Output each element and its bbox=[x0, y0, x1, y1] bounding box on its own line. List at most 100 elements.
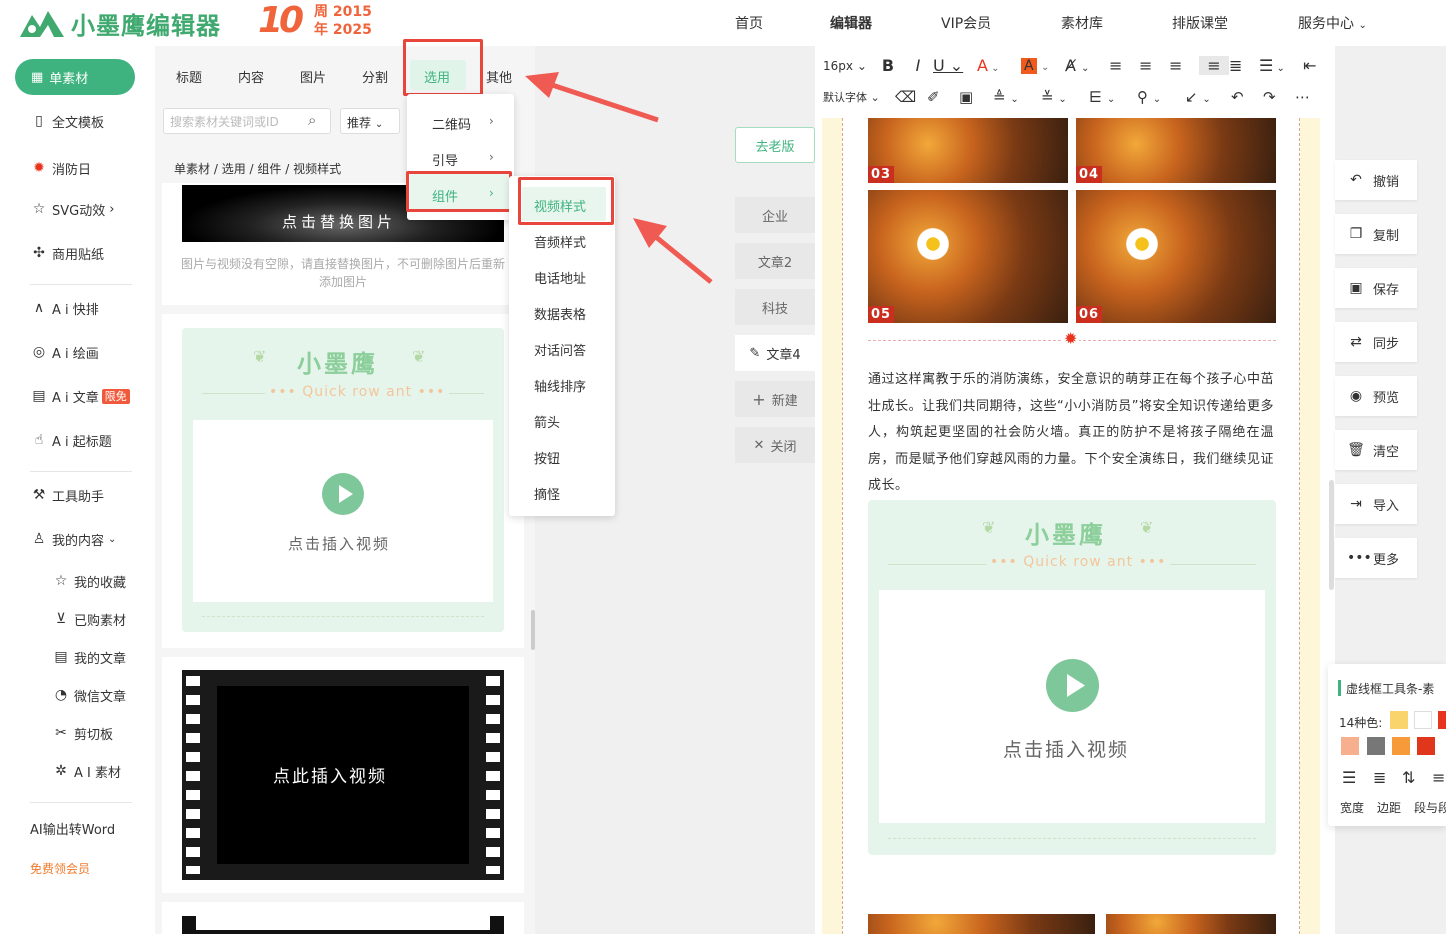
photo-05[interactable]: 05 bbox=[868, 190, 1068, 323]
old-version-button[interactable]: 去老版 bbox=[735, 127, 815, 163]
color-swatch-yellow[interactable] bbox=[1390, 711, 1408, 729]
save-button[interactable]: ▣ 保存 bbox=[1335, 268, 1417, 308]
import-button[interactable]: ⇥ 导入 bbox=[1335, 484, 1417, 524]
undo-icon[interactable]: ↶ bbox=[1231, 88, 1263, 106]
image-icon[interactable]: ▣ bbox=[959, 88, 993, 106]
exit-icon[interactable]: ⇤ bbox=[1303, 56, 1323, 75]
italic-icon[interactable]: I bbox=[903, 56, 933, 75]
nav-vip[interactable]: VIP会员 bbox=[941, 13, 991, 33]
tab-title[interactable]: 标题 bbox=[176, 67, 202, 86]
sidebar-item-single-material[interactable]: ▦ 单素材 bbox=[15, 59, 135, 95]
color-swatch-peach[interactable] bbox=[1341, 737, 1359, 755]
font-family-select[interactable]: 默认字体 ⌄ bbox=[823, 89, 895, 105]
panel-scrollbar[interactable] bbox=[531, 610, 535, 650]
color-swatch-orange[interactable] bbox=[1392, 737, 1410, 755]
submenu-item-timeline[interactable]: 轴线排序 bbox=[534, 376, 586, 395]
sync-button[interactable]: ⇄ 同步 bbox=[1335, 322, 1417, 362]
crumb-3[interactable]: 组件 bbox=[257, 162, 281, 176]
more-button[interactable]: ••• 更多 bbox=[1335, 538, 1417, 578]
submenu-item-dialog[interactable]: 对话问答 bbox=[534, 340, 586, 359]
doc-tab-enterprise[interactable]: 企业 bbox=[735, 197, 815, 233]
text-effect-icon[interactable]: Ⱥ ⌄ bbox=[1065, 56, 1109, 75]
crumb-1[interactable]: 单素材 bbox=[174, 162, 210, 176]
submenu-item-arrow[interactable]: 箭头 bbox=[534, 412, 560, 431]
sidebar-item-wechat[interactable]: ◔ 微信文章 bbox=[52, 684, 126, 706]
bulb-icon[interactable]: ⚲ ⌄ bbox=[1137, 88, 1185, 106]
brand-name[interactable]: 小墨鹰编辑器 bbox=[71, 6, 221, 41]
sidebar-item-favorites[interactable]: ☆ 我的收藏 bbox=[52, 570, 126, 592]
search-icon[interactable]: ⌕ bbox=[308, 111, 316, 129]
eraser-icon[interactable]: ⌫ bbox=[895, 88, 927, 106]
tab-other[interactable]: 其他 bbox=[486, 67, 512, 86]
tab-image[interactable]: 图片 bbox=[300, 67, 326, 86]
spacing-after-icon[interactable]: ≚ ⌄ bbox=[1041, 88, 1089, 106]
preview-button[interactable]: ◉ 预览 bbox=[1335, 376, 1417, 416]
dropdown-item-guide[interactable]: 引导 bbox=[432, 150, 458, 169]
line-icon[interactable]: ≡ bbox=[1432, 768, 1445, 787]
bg-color-icon[interactable]: A ⌄ bbox=[1021, 57, 1065, 74]
doc-new-button[interactable]: + 新建 bbox=[735, 381, 815, 417]
sidebar-item-fire-day[interactable]: ✹ 消防日 bbox=[30, 157, 91, 179]
sidebar-item-ai-material[interactable]: ✲ A I 素材 bbox=[52, 760, 121, 782]
article-paragraph[interactable]: 通过这样寓教于乐的消防演练，安全意识的萌芽正在每个孩子心中茁壮成长。让我们共同期… bbox=[868, 367, 1274, 500]
play-icon[interactable] bbox=[322, 473, 364, 515]
letter-spacing-icon[interactable]: ⋿ ⌄ bbox=[1089, 88, 1137, 106]
doc-tab-tech[interactable]: 科技 bbox=[735, 289, 815, 325]
doc-tab-article4[interactable]: ✎ 文章4 bbox=[735, 335, 815, 371]
bold-icon[interactable]: B bbox=[873, 56, 903, 75]
format-brush-icon[interactable]: ✐ bbox=[927, 88, 959, 106]
play-icon[interactable] bbox=[1046, 659, 1099, 712]
tab-content[interactable]: 内容 bbox=[238, 67, 264, 86]
photo-next-right[interactable] bbox=[1106, 914, 1276, 934]
indent-icon[interactable]: ≣ bbox=[1229, 56, 1259, 75]
font-size-select[interactable]: 16px ⌄ bbox=[823, 59, 873, 73]
sidebar-item-templates[interactable]: ▯ 全文模板 bbox=[30, 110, 104, 132]
tab-divider[interactable]: 分割 bbox=[362, 67, 388, 86]
color-swatch-dark-red[interactable] bbox=[1417, 737, 1435, 755]
sidebar-item-my-content[interactable]: ♙ 我的内容 ⌄ bbox=[30, 528, 117, 550]
nav-service[interactable]: 服务中心 ⌄ bbox=[1298, 13, 1367, 33]
photo-04[interactable]: 04 bbox=[1076, 118, 1276, 183]
align-justify-icon[interactable]: ≡ bbox=[1199, 56, 1229, 75]
spacing-before-icon[interactable]: ≜ ⌄ bbox=[993, 88, 1041, 106]
doc-close-button[interactable]: ✕ 关闭 bbox=[735, 427, 815, 463]
color-swatch-red[interactable] bbox=[1438, 711, 1446, 729]
undo-button[interactable]: ↶ 撤销 bbox=[1335, 160, 1417, 200]
pen-icon[interactable]: ↙ ⌄ bbox=[1185, 88, 1231, 106]
nav-course[interactable]: 排版课堂 bbox=[1172, 13, 1228, 33]
canvas-scrollbar[interactable] bbox=[1329, 480, 1334, 590]
photo-06[interactable]: 06 bbox=[1076, 190, 1276, 323]
nav-material[interactable]: 素材库 bbox=[1061, 13, 1103, 33]
submenu-item-button[interactable]: 按钮 bbox=[534, 448, 560, 467]
copy-button[interactable]: ❐ 复制 bbox=[1335, 214, 1417, 254]
clear-button[interactable]: 🗑 清空 bbox=[1335, 430, 1417, 470]
sidebar-item-ai-title[interactable]: ☝ A i 起标题 bbox=[30, 429, 112, 451]
margin-icon[interactable]: ≣ bbox=[1373, 768, 1386, 787]
align-center-icon[interactable]: ≡ bbox=[1139, 56, 1169, 75]
submenu-item-table[interactable]: 数据表格 bbox=[534, 304, 586, 323]
align-right-icon[interactable]: ≡ bbox=[1169, 56, 1199, 75]
underline-icon[interactable]: U ⌄ bbox=[933, 56, 977, 75]
sidebar-item-ai-article[interactable]: ▤ A i 文章 限免 bbox=[30, 385, 130, 407]
more-icon[interactable]: ⋯ bbox=[1295, 88, 1315, 106]
photo-03[interactable]: 03 bbox=[868, 118, 1068, 183]
crumb-2[interactable]: 选用 bbox=[222, 162, 246, 176]
width-icon[interactable]: ☰ bbox=[1342, 768, 1356, 787]
sidebar-item-free-vip[interactable]: 免费领会员 bbox=[30, 857, 90, 879]
redo-icon[interactable]: ↷ bbox=[1263, 88, 1295, 106]
search-input[interactable]: 搜索素材关键词或ID bbox=[163, 108, 331, 134]
sidebar-item-svg[interactable]: ☆ SVG动效 › bbox=[30, 198, 115, 220]
sidebar-item-purchased[interactable]: ⊻ 已购素材 bbox=[52, 608, 126, 630]
nav-home[interactable]: 首页 bbox=[735, 13, 763, 33]
font-color-icon[interactable]: A ⌄ bbox=[977, 56, 1021, 75]
sidebar-item-clipboard[interactable]: ✂ 剪切板 bbox=[52, 722, 113, 744]
sidebar-item-tools[interactable]: ⚒ 工具助手 bbox=[30, 484, 104, 506]
paragraph-spacing-icon[interactable]: ⇅ bbox=[1402, 768, 1415, 787]
sidebar-item-stickers[interactable]: ✣ 商用贴纸 bbox=[30, 242, 104, 264]
color-swatch-white[interactable] bbox=[1414, 711, 1432, 729]
sort-select[interactable]: 推荐 ⌄ bbox=[340, 108, 400, 134]
sidebar-item-ai-draw[interactable]: ◎ A i 绘画 bbox=[30, 341, 99, 363]
sidebar-item-ai-layout[interactable]: ∧ A i 快排 bbox=[30, 297, 99, 319]
align-left-icon[interactable]: ≡ bbox=[1109, 56, 1139, 75]
color-swatch-gray[interactable] bbox=[1367, 737, 1385, 755]
